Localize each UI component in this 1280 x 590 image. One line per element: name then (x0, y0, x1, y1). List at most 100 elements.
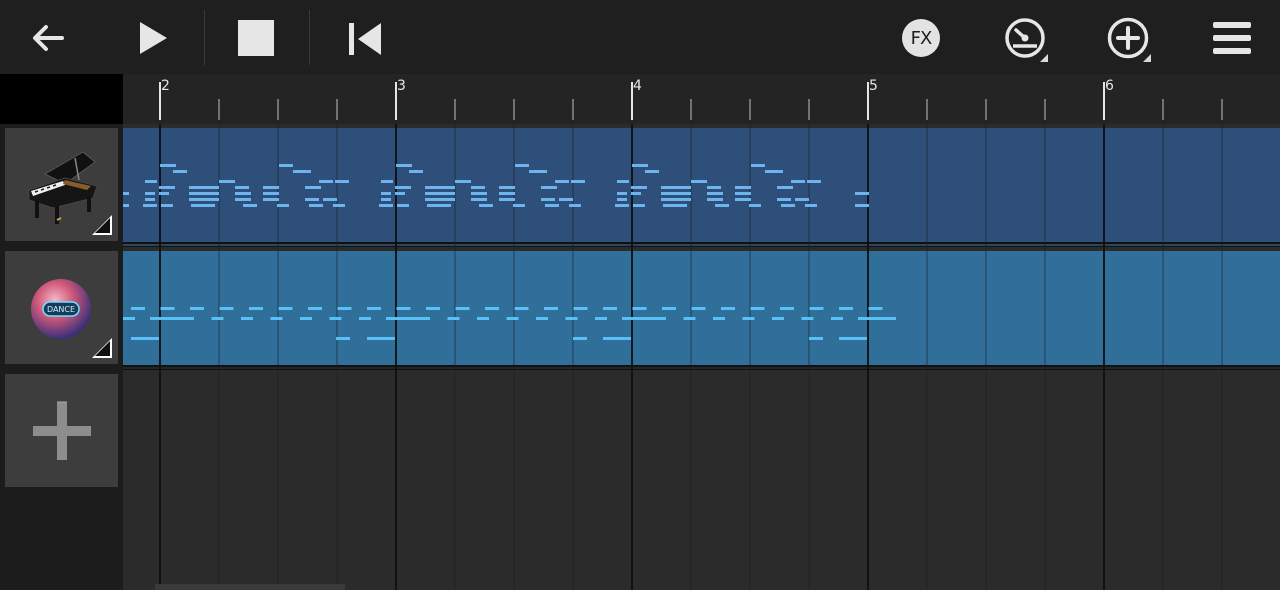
dance-note (573, 337, 587, 340)
piano-note (409, 170, 423, 173)
piano-note (189, 192, 219, 195)
piano-note (123, 192, 129, 195)
piano-note (661, 198, 691, 201)
dance-note (603, 307, 617, 310)
piano-note (499, 198, 515, 201)
dance-note (308, 307, 322, 310)
piano-note (323, 198, 337, 201)
piano-note (319, 180, 333, 183)
piano-note (235, 186, 249, 189)
piano-note (631, 186, 647, 189)
piano-note (632, 164, 648, 167)
piano-note (305, 186, 321, 189)
piano-note (159, 186, 175, 189)
menu-button[interactable] (1206, 12, 1258, 64)
dance-note (337, 307, 352, 310)
dance-note (131, 307, 145, 310)
dance-note (772, 317, 784, 320)
piano-note (559, 198, 573, 201)
piano-note (805, 204, 817, 207)
piano-note (379, 204, 393, 207)
piano-note (541, 186, 557, 189)
dance-note (329, 317, 342, 320)
dance-note (396, 307, 411, 310)
piano-note (427, 204, 451, 207)
dance-note (211, 317, 224, 320)
metronome-button[interactable] (999, 12, 1051, 64)
piano-note (479, 204, 493, 207)
piano-note (735, 186, 751, 189)
back-button[interactable] (22, 12, 74, 64)
piano-note (535, 170, 547, 173)
piano-note (499, 186, 515, 189)
play-button[interactable] (125, 12, 177, 64)
dropdown-corner-icon (1143, 54, 1151, 62)
dance-note (858, 317, 896, 320)
horizontal-scrollbar[interactable] (155, 584, 345, 590)
piano-note (189, 186, 219, 189)
header-spacer (0, 74, 123, 124)
bar-number: 3 (397, 78, 406, 94)
piano-note (807, 180, 821, 183)
dance-note (691, 307, 706, 310)
dance-note (662, 307, 676, 310)
piano-note (123, 204, 129, 207)
arrangement-grid[interactable] (123, 124, 1280, 590)
bar-ruler[interactable]: 2 3 4 5 6 (123, 74, 1280, 124)
stop-button[interactable] (230, 12, 282, 64)
bar-number: 5 (869, 78, 878, 94)
dance-note (622, 317, 660, 320)
piano-note (661, 186, 691, 189)
piano-note (791, 180, 805, 183)
bar-number: 4 (633, 78, 642, 94)
dance-note (831, 317, 843, 320)
timeline-header: 2 3 4 5 6 (0, 74, 1280, 124)
dance-note (839, 307, 853, 310)
piano-note (545, 204, 559, 207)
piano-note (777, 198, 791, 201)
piano-note (617, 192, 627, 195)
piano-note (615, 204, 629, 207)
dance-note (426, 307, 440, 310)
skip-to-start-button[interactable] (336, 12, 388, 64)
piano-note (691, 180, 707, 183)
piano-note (645, 170, 659, 173)
dance-note (632, 307, 647, 310)
piano-note (735, 192, 751, 195)
piano-note (771, 170, 783, 173)
piano-note (333, 204, 345, 207)
dance-note (150, 317, 188, 320)
dance-note (270, 317, 283, 320)
add-button[interactable] (1102, 12, 1154, 64)
dance-note (603, 337, 631, 340)
piano-note (617, 198, 627, 201)
piano-note (795, 198, 809, 201)
track-instrument-dance[interactable]: DANCE (5, 251, 118, 364)
piano-note (471, 198, 487, 201)
piano-note (160, 164, 176, 167)
piano-note (663, 204, 687, 207)
plus-icon (5, 374, 118, 487)
fx-button[interactable]: FX (895, 12, 947, 64)
dance-note (300, 317, 312, 320)
add-track-button[interactable] (5, 374, 118, 487)
dance-note (278, 307, 293, 310)
piano-note (235, 198, 251, 201)
track-area: DANCE (0, 124, 1280, 590)
piano-note (381, 180, 393, 183)
piano-note (381, 198, 391, 201)
piano-note (381, 192, 391, 195)
dance-logo-text: DANCE (47, 305, 75, 314)
piano-note (173, 170, 187, 173)
piano-note (235, 192, 251, 195)
dance-note (573, 307, 588, 310)
dance-note (595, 317, 607, 320)
dropdown-corner-icon (1040, 54, 1048, 62)
piano-note (555, 180, 569, 183)
play-icon (140, 22, 167, 54)
track-instrument-piano[interactable] (5, 128, 118, 241)
dance-note (506, 317, 519, 320)
dance-note (839, 337, 867, 340)
piano-note (396, 164, 412, 167)
dance-note (536, 317, 548, 320)
